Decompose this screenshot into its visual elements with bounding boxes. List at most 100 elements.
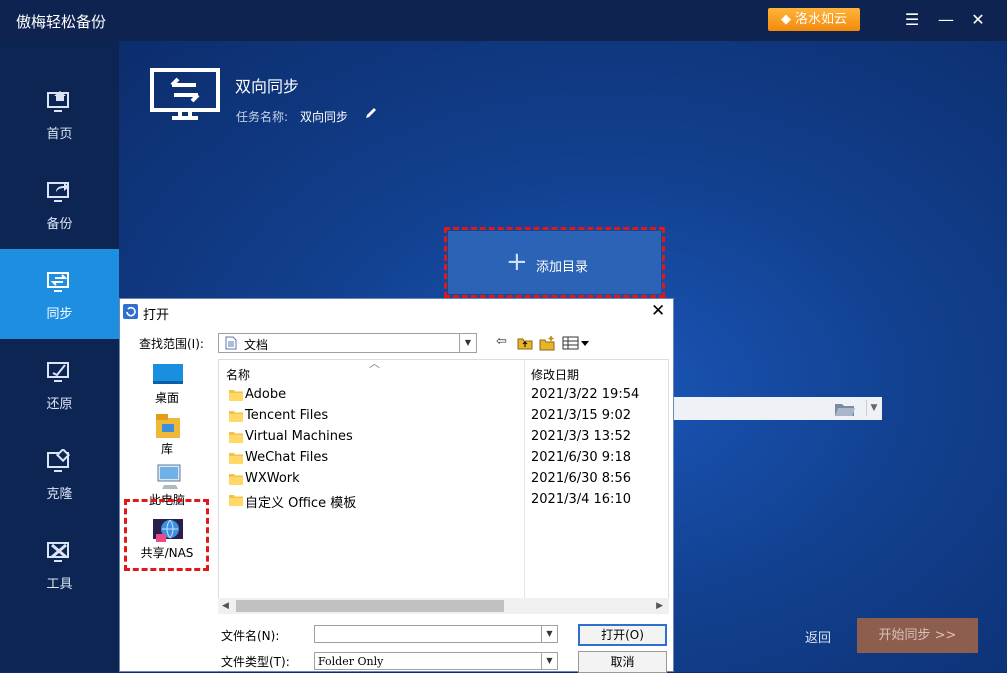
upgrade-button[interactable]: ◆ 洛水如云	[768, 8, 860, 31]
sidebar-item-label: 工具	[46, 577, 73, 592]
filename-label: 文件名(N):	[221, 629, 280, 643]
task-name-label: 任务名称:	[236, 110, 289, 124]
chevron-right-icon[interactable]: ▶	[656, 598, 663, 614]
add-directory-label: 添加目录	[536, 260, 589, 275]
start-sync-button[interactable]: 开始同步 >>	[857, 618, 978, 653]
library-icon	[156, 414, 180, 438]
place-label: 桌面	[154, 391, 179, 405]
file-row[interactable]: WeChat Files 2021/6/30 9:18	[225, 448, 665, 469]
column-header-modified[interactable]: 修改日期	[531, 366, 579, 383]
sidebar-item-label: 克隆	[46, 487, 73, 502]
close-icon[interactable]: ✕	[966, 8, 990, 32]
file-name: Tencent Files	[245, 408, 329, 423]
add-directory-button[interactable]: + 添加目录	[444, 227, 665, 298]
file-name: 自定义 Office 模板	[245, 496, 357, 511]
backup-monitor-icon	[47, 182, 69, 202]
folder-icon	[229, 390, 243, 401]
file-name: WeChat Files	[245, 450, 329, 465]
chevron-down-icon[interactable]: ▼	[541, 626, 557, 642]
file-modified: 2021/3/22 19:54	[531, 387, 640, 402]
folder-icon	[229, 411, 243, 422]
sort-ascending-icon: ︿	[369, 357, 380, 370]
back-button[interactable]: 返回	[805, 627, 831, 646]
open-button[interactable]: 打开(O)	[578, 624, 667, 646]
sidebar-item-label: 还原	[46, 397, 73, 412]
desktop-icon	[153, 364, 183, 384]
file-modified: 2021/6/30 8:56	[531, 471, 631, 486]
file-modified: 2021/3/4 16:10	[531, 492, 631, 507]
document-icon	[225, 336, 237, 350]
column-header-name[interactable]: 名称	[226, 366, 250, 383]
view-menu-icon[interactable]	[562, 334, 590, 352]
file-row[interactable]: Tencent Files 2021/3/15 9:02	[225, 406, 665, 427]
task-name: 双向同步	[300, 110, 349, 124]
file-modified: 2021/6/30 9:18	[531, 450, 631, 465]
file-name: WXWork	[245, 471, 300, 486]
refresh-icon	[123, 304, 138, 319]
destination-path-field[interactable]: ▼	[674, 397, 882, 420]
sidebar-item-clone[interactable]: 克隆	[0, 429, 119, 519]
file-row[interactable]: Adobe 2021/3/22 19:54	[225, 385, 665, 406]
cancel-button[interactable]: 取消	[578, 651, 667, 673]
folder-icon	[229, 453, 243, 464]
scrollbar-thumb[interactable]	[236, 600, 504, 612]
filetype-label: 文件类型(T):	[221, 655, 290, 669]
file-row[interactable]: 自定义 Office 模板 2021/3/4 16:10	[225, 490, 665, 511]
home-monitor-icon	[47, 91, 69, 112]
sidebar-item-label: 首页	[46, 127, 73, 142]
sync-monitor-icon	[150, 68, 220, 120]
restore-monitor-icon	[47, 362, 69, 382]
new-folder-icon[interactable]	[539, 334, 555, 352]
chevron-down-icon[interactable]: ▼	[459, 334, 476, 352]
back-arrow-icon[interactable]: ⇦	[496, 334, 507, 352]
title-bar: 傲梅轻松备份 ◆ 洛水如云 ☰ — ✕	[0, 0, 1007, 41]
file-name: Virtual Machines	[245, 429, 353, 444]
dialog-title-bar: 打开 ✕	[120, 299, 673, 324]
folder-icon	[229, 495, 243, 506]
highlight-share-nas	[124, 499, 209, 571]
app-title: 傲梅轻松备份	[16, 13, 107, 31]
up-folder-icon[interactable]	[517, 334, 533, 352]
diamond-icon: ◆	[780, 12, 791, 27]
look-in-select[interactable]: 文档 ▼	[218, 333, 477, 353]
file-row[interactable]: WXWork 2021/6/30 8:56	[225, 469, 665, 490]
open-dialog: 打开 ✕ 查找范围(I): 文档 ▼ ⇦ 桌面 库 此电脑 共享/NAS ︿ 名…	[119, 298, 674, 673]
sync-monitor-icon	[47, 272, 69, 292]
look-in-value: 文档	[244, 338, 269, 352]
plus-icon: +	[506, 247, 528, 277]
computer-icon	[157, 464, 181, 489]
sidebar-item-backup[interactable]: 备份	[0, 159, 119, 249]
file-row[interactable]: Virtual Machines 2021/3/3 13:52	[225, 427, 665, 448]
upgrade-label: 洛水如云	[794, 12, 847, 27]
task-title: 双向同步	[235, 77, 300, 96]
place-label: 库	[160, 442, 173, 456]
filename-input[interactable]: ▼	[314, 625, 558, 643]
dialog-title: 打开	[143, 308, 170, 323]
file-modified: 2021/3/3 13:52	[531, 429, 631, 444]
folder-icon	[229, 432, 243, 443]
chevron-down-icon[interactable]: ▼	[541, 653, 557, 669]
minimize-icon[interactable]: —	[934, 8, 958, 32]
file-name: Adobe	[245, 387, 287, 402]
sidebar-item-label: 同步	[46, 307, 73, 322]
chevron-down-icon[interactable]: ▼	[866, 400, 881, 416]
sidebar-item-home[interactable]: 首页	[0, 69, 119, 159]
folder-open-icon[interactable]	[834, 401, 856, 417]
filetype-value: Folder Only	[318, 655, 384, 668]
sidebar-item-restore[interactable]: 还原	[0, 339, 119, 429]
close-icon[interactable]: ✕	[651, 301, 665, 321]
sidebar-item-sync[interactable]: 同步	[0, 249, 119, 339]
file-list: ︿ 名称 修改日期 Adobe 2021/3/22 19:54 Tencent Fi…	[218, 357, 669, 599]
file-modified: 2021/3/15 9:02	[531, 408, 631, 423]
chevron-left-icon[interactable]: ◀	[222, 598, 229, 614]
filetype-select[interactable]: Folder Only ▼	[314, 652, 558, 670]
edit-icon[interactable]	[364, 106, 378, 120]
horizontal-scrollbar[interactable]: ◀ ▶	[218, 598, 669, 614]
sidebar: 首页 备份 同步 还原 克隆 工具	[0, 41, 119, 672]
sidebar-item-label: 备份	[46, 217, 73, 232]
clone-monitor-icon	[47, 449, 71, 472]
menu-icon[interactable]: ☰	[900, 8, 924, 32]
tools-icon	[47, 542, 69, 562]
sidebar-item-tools[interactable]: 工具	[0, 519, 119, 609]
look-in-label: 查找范围(I):	[139, 337, 204, 351]
